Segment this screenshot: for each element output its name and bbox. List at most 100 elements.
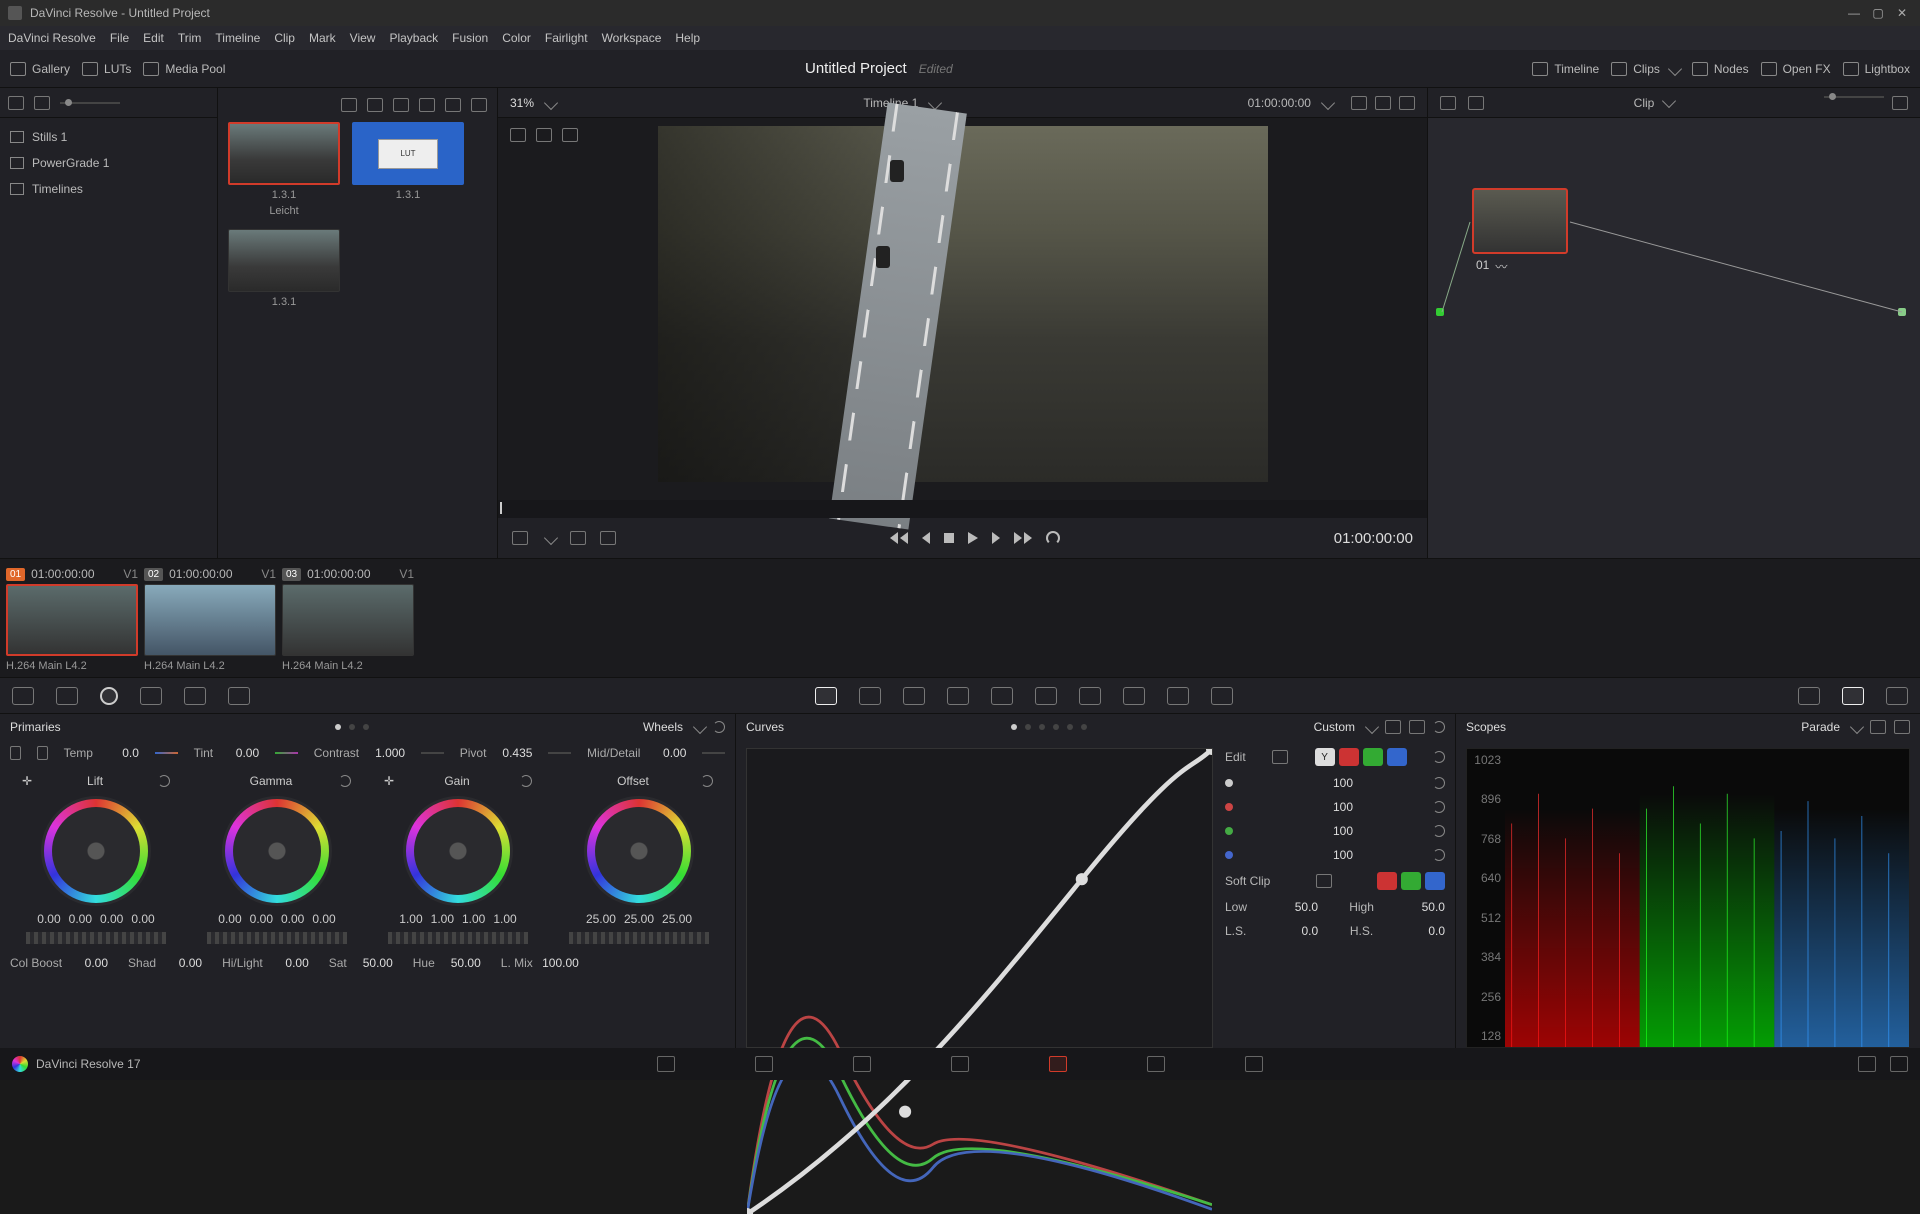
edit-page-icon[interactable] (853, 1056, 871, 1072)
node-zoom-slider[interactable] (1824, 96, 1884, 98)
viewer-canvas[interactable] (658, 126, 1268, 482)
more-icon[interactable] (1409, 720, 1425, 734)
menu-item[interactable]: Workspace (602, 31, 662, 45)
pivot-field[interactable]: Pivot0.435 (460, 746, 533, 760)
reset-icon[interactable] (1433, 801, 1445, 813)
cut-page-icon[interactable] (755, 1056, 773, 1072)
home-icon[interactable] (1858, 1056, 1876, 1072)
offset-values[interactable]: 25.0025.0025.00 (586, 912, 692, 926)
info-icon[interactable] (1886, 687, 1908, 705)
fusion-page-icon[interactable] (951, 1056, 969, 1072)
node-mode[interactable]: Clip (1634, 96, 1655, 110)
nodes-toggle[interactable]: Nodes (1692, 62, 1749, 76)
mute-icon[interactable] (600, 531, 616, 545)
clip-item[interactable]: 0101:00:00:00V1 H.264 Main L4.2 (6, 567, 138, 669)
gamma-jog[interactable] (207, 932, 347, 944)
last-frame-button[interactable] (1014, 532, 1032, 544)
deliver-page-icon[interactable] (1245, 1056, 1263, 1072)
crosshair-icon[interactable]: ✛ (384, 774, 394, 788)
still-thumb[interactable]: 1.3.1 (228, 229, 340, 308)
menu-item[interactable]: Timeline (215, 31, 260, 45)
menu-item[interactable]: Playback (389, 31, 438, 45)
timeline-toggle[interactable]: Timeline (1532, 62, 1599, 76)
mediapool-toggle[interactable]: Media Pool (143, 62, 225, 76)
next-button[interactable] (992, 532, 1000, 544)
expand-icon[interactable] (1375, 96, 1391, 110)
gallery-album-stills[interactable]: Stills 1 (0, 124, 217, 150)
gain-values[interactable]: 1.001.001.001.00 (399, 912, 516, 926)
lift-jog[interactable] (26, 932, 166, 944)
lift-wheel[interactable] (41, 796, 151, 906)
menu-item[interactable]: Clip (274, 31, 295, 45)
b-intensity[interactable]: 100 (1225, 848, 1445, 862)
low-field[interactable]: Low50.0High50.0 (1225, 900, 1445, 914)
temp-field[interactable]: Temp0.0 (64, 746, 139, 760)
g-chip[interactable] (1401, 872, 1421, 890)
key-icon[interactable] (1123, 687, 1145, 705)
gallery-add-icon[interactable] (34, 96, 50, 110)
chevron-down-icon[interactable] (1365, 720, 1379, 734)
luts-toggle[interactable]: LUTs (82, 62, 131, 76)
middetail-field[interactable]: Mid/Detail0.00 (587, 746, 686, 760)
3d-icon[interactable] (1211, 687, 1233, 705)
clip-item[interactable]: 0301:00:00:00V1 H.264 Main L4.2 (282, 567, 414, 669)
chevron-down-icon[interactable] (928, 95, 942, 109)
lmix-field[interactable]: L. Mix100.00 (501, 956, 579, 970)
camera-raw-icon[interactable] (12, 687, 34, 705)
sidebar-toggle-icon[interactable] (8, 96, 24, 110)
media-page-icon[interactable] (657, 1056, 675, 1072)
link-icon[interactable] (1272, 750, 1288, 764)
picker-icon[interactable] (512, 531, 528, 545)
scopes-palette-icon[interactable] (1842, 687, 1864, 705)
menu-item[interactable]: Help (675, 31, 700, 45)
chevron-down-icon[interactable] (544, 95, 558, 109)
reset-icon[interactable] (713, 721, 725, 733)
primaries-mode[interactable]: Wheels (643, 720, 683, 734)
split-icon[interactable] (536, 128, 552, 142)
primaries-icon[interactable] (100, 687, 118, 705)
node-graph[interactable]: 01〰 (1428, 118, 1920, 558)
list-view-icon[interactable] (393, 98, 409, 112)
qualifier-icon[interactable] (903, 687, 925, 705)
viewer-timecode[interactable]: 01:00:00:00 (1248, 96, 1311, 110)
color-page-icon[interactable] (1049, 1056, 1067, 1072)
lum-chip[interactable]: Y (1315, 748, 1335, 766)
gallery-album-timelines[interactable]: Timelines (0, 176, 217, 202)
gallery-toggle[interactable]: Gallery (10, 62, 70, 76)
hilight-field[interactable]: Hi/Light0.00 (222, 956, 309, 970)
menu-item[interactable]: DaVinci Resolve (8, 31, 96, 45)
still-thumb[interactable]: 1.3.1 Leicht (228, 122, 340, 217)
b-chip[interactable] (1425, 872, 1445, 890)
lightbox-toggle[interactable]: Lightbox (1843, 62, 1910, 76)
reset-icon[interactable] (1433, 849, 1445, 861)
b-chip[interactable] (1387, 748, 1407, 766)
y-intensity[interactable]: 100 (1225, 776, 1445, 790)
stop-button[interactable] (944, 533, 954, 543)
reset-icon[interactable] (1433, 751, 1445, 763)
menu-item[interactable]: Fusion (452, 31, 488, 45)
expand-icon[interactable] (1385, 720, 1401, 734)
fairlight-page-icon[interactable] (1147, 1056, 1165, 1072)
menu-item[interactable]: Edit (143, 31, 164, 45)
ls-field[interactable]: L.S.0.0H.S.0.0 (1225, 924, 1445, 938)
grid-view-icon[interactable] (367, 98, 383, 112)
reset-icon[interactable] (1433, 825, 1445, 837)
more-icon[interactable] (471, 98, 487, 112)
warper-icon[interactable] (859, 687, 881, 705)
viewer-more-icon[interactable] (1399, 96, 1415, 110)
gain-jog[interactable] (388, 932, 528, 944)
layout-icon[interactable] (445, 98, 461, 112)
hue-field[interactable]: Hue50.00 (413, 956, 481, 970)
settings-icon[interactable] (1890, 1056, 1908, 1072)
menu-item[interactable]: View (350, 31, 376, 45)
reset-icon[interactable] (1433, 777, 1445, 789)
openfx-toggle[interactable]: Open FX (1761, 62, 1831, 76)
play-button[interactable] (968, 532, 978, 544)
offset-wheel[interactable] (584, 796, 694, 906)
gallery-album-powergrade[interactable]: PowerGrade 1 (0, 150, 217, 176)
curves-mode[interactable]: Custom (1314, 720, 1355, 734)
scrub-bar[interactable] (498, 500, 1427, 518)
curves-palette-icon[interactable] (815, 687, 837, 705)
colboost-field[interactable]: Col Boost0.00 (10, 956, 108, 970)
g-chip[interactable] (1363, 748, 1383, 766)
